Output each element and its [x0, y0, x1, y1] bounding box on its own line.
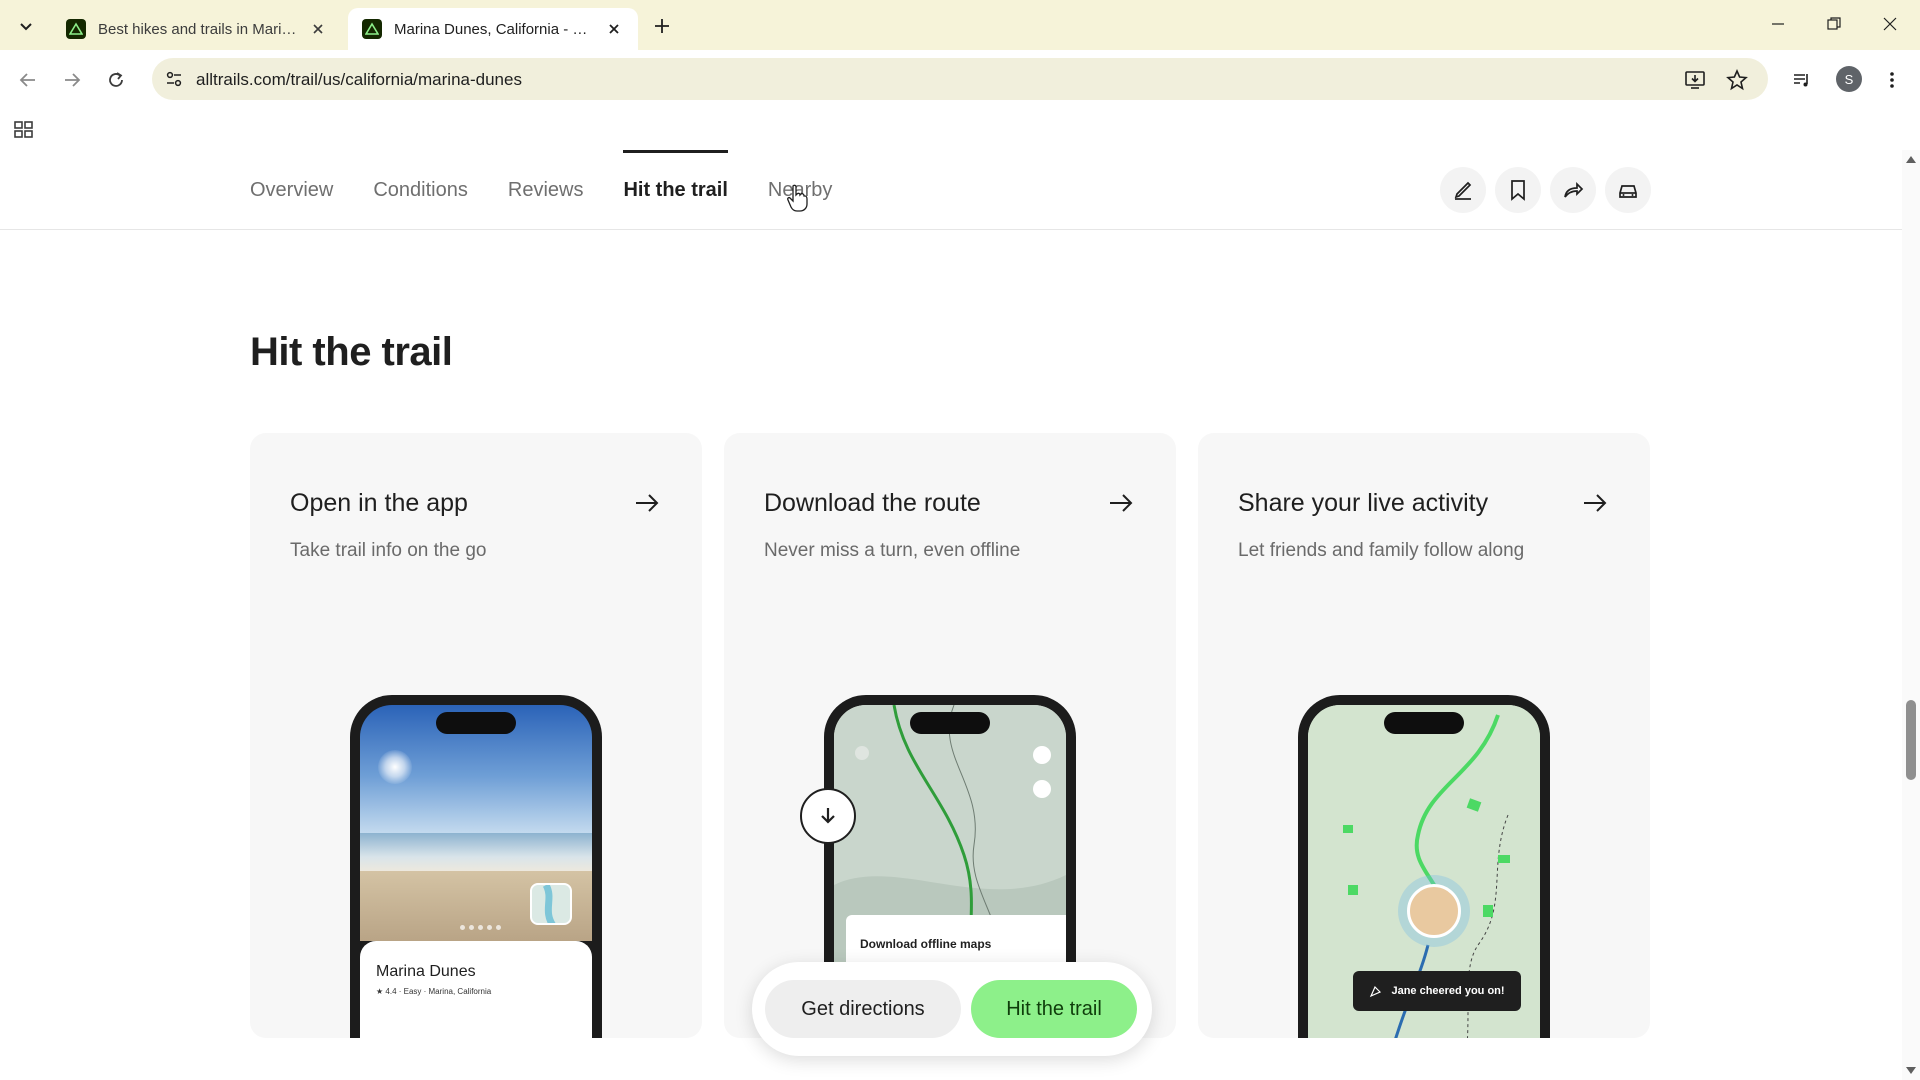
offline-maps-title: Download offline maps: [860, 937, 992, 951]
phone-screen: Marina Dunes ★ 4.4 · Easy · Marina, Cali…: [360, 705, 592, 1038]
page-scrollbar[interactable]: [1902, 150, 1920, 1080]
scrollbar-thumb[interactable]: [1906, 700, 1916, 780]
browser-tab-strip: Best hikes and trails in Marina | AllTra…: [0, 0, 1920, 50]
hand-cursor-icon: [787, 184, 808, 212]
directions-button[interactable]: [1605, 167, 1651, 213]
card-subtitle: Never miss a turn, even offline: [764, 540, 1021, 561]
download-route-card[interactable]: Download the route Never miss a turn, ev…: [724, 433, 1176, 1038]
card-subtitle: Take trail info on the go: [290, 540, 487, 561]
tab-overview[interactable]: Overview: [250, 150, 333, 230]
bookmark-icon: [1511, 180, 1525, 201]
profile-avatar[interactable]: S: [1836, 66, 1862, 92]
trail-name: Marina Dunes: [376, 963, 476, 980]
new-tab-button[interactable]: [648, 12, 676, 40]
site-settings-icon[interactable]: [162, 67, 186, 91]
arrow-right-icon[interactable]: [1580, 488, 1610, 518]
page-content: Overview Conditions Reviews Hit the trai…: [0, 150, 1902, 1080]
card-subtitle: Let friends and family follow along: [1238, 540, 1525, 561]
minimize-icon: [1772, 23, 1784, 25]
party-icon: [1370, 985, 1382, 998]
carousel-dots: [460, 925, 501, 930]
restore-button[interactable]: [1814, 6, 1854, 42]
close-icon: [1883, 17, 1897, 31]
url-text: alltrails.com/trail/us/california/marina…: [196, 70, 522, 89]
tab-search-button[interactable]: [10, 10, 42, 42]
floating-action-bar: Get directions Hit the trail: [752, 962, 1152, 1056]
scroll-up-icon[interactable]: [1906, 156, 1916, 163]
chevron-down-icon: [20, 23, 32, 31]
media-queue-icon: [1794, 74, 1808, 87]
bookmarks-bar: [0, 110, 1920, 150]
browser-menu-button[interactable]: [1876, 64, 1908, 96]
alltrails-favicon-icon: [66, 19, 86, 39]
alltrails-favicon-icon: [362, 19, 382, 39]
tab-hit-the-trail[interactable]: Hit the trail: [623, 150, 729, 230]
browser-tab-active[interactable]: Marina Dunes, California - 57 Reviews | …: [348, 8, 638, 50]
apps-grid-icon[interactable]: [12, 118, 36, 142]
restore-icon: [1827, 17, 1841, 30]
tab-conditions[interactable]: Conditions: [373, 150, 468, 230]
media-controls-button[interactable]: [1786, 64, 1818, 96]
phone-screen: Jane cheered you on!: [1308, 705, 1540, 1038]
arrow-left-icon: [19, 73, 35, 87]
friend-avatar: [1398, 875, 1470, 947]
card-title: Download the route: [764, 489, 981, 517]
reload-button[interactable]: [100, 64, 132, 96]
forward-button[interactable]: [56, 64, 88, 96]
share-icon: [1564, 181, 1584, 198]
trail-info-card: Marina Dunes ★ 4.4 · Easy · Marina, Cali…: [360, 941, 592, 1038]
close-tab-icon[interactable]: [308, 19, 328, 39]
minimize-button[interactable]: [1758, 6, 1798, 42]
tab-title: Marina Dunes, California - 57 Reviews | …: [394, 20, 594, 38]
pen-icon: [1454, 181, 1472, 200]
share-button[interactable]: [1550, 167, 1596, 213]
save-button[interactable]: [1495, 167, 1541, 213]
more-vertical-icon: [1890, 72, 1894, 88]
arrow-right-icon: [65, 73, 81, 87]
bookmark-star-icon[interactable]: [1724, 67, 1750, 93]
mini-map-thumbnail: [530, 883, 572, 925]
cheer-notification: Jane cheered you on!: [1353, 971, 1521, 1011]
open-in-app-card[interactable]: Open in the app Take trail info on the g…: [250, 433, 702, 1038]
browser-tab[interactable]: Best hikes and trails in Marina | AllTra…: [52, 8, 342, 50]
trail-section-nav: Overview Conditions Reviews Hit the trai…: [0, 150, 1902, 230]
download-icon: [800, 788, 856, 844]
card-title: Share your live activity: [1238, 489, 1489, 517]
close-tab-icon[interactable]: [604, 19, 624, 39]
tab-reviews[interactable]: Reviews: [508, 150, 584, 230]
address-bar[interactable]: alltrails.com/trail/us/california/marina…: [152, 58, 1768, 100]
install-app-icon[interactable]: [1682, 67, 1708, 93]
reload-icon: [109, 72, 123, 87]
cheer-text: Jane cheered you on!: [1391, 985, 1505, 997]
card-title: Open in the app: [290, 489, 468, 517]
close-window-button[interactable]: [1870, 6, 1910, 42]
arrow-right-icon[interactable]: [632, 488, 662, 518]
share-live-activity-card[interactable]: Share your live activity Let friends and…: [1198, 433, 1650, 1038]
tab-title: Best hikes and trails in Marina | AllTra…: [98, 20, 298, 38]
phone-mockup: Jane cheered you on!: [1298, 695, 1550, 1038]
trail-meta: ★ 4.4 · Easy · Marina, California: [376, 987, 492, 996]
browser-toolbar: alltrails.com/trail/us/california/marina…: [0, 50, 1920, 110]
car-icon: [1619, 185, 1637, 198]
get-directions-button[interactable]: Get directions: [765, 980, 961, 1038]
back-button[interactable]: [12, 64, 44, 96]
arrow-right-icon[interactable]: [1106, 488, 1136, 518]
phone-notch: [910, 712, 990, 734]
phone-mockup: Marina Dunes ★ 4.4 · Easy · Marina, Cali…: [350, 695, 602, 1038]
scroll-down-icon[interactable]: [1906, 1067, 1916, 1074]
hit-the-trail-button[interactable]: Hit the trail: [971, 980, 1137, 1038]
write-review-button[interactable]: [1440, 167, 1486, 213]
phone-notch: [436, 712, 516, 734]
section-title: Hit the trail: [250, 330, 453, 374]
plus-icon: [655, 19, 669, 33]
phone-notch: [1384, 712, 1464, 734]
